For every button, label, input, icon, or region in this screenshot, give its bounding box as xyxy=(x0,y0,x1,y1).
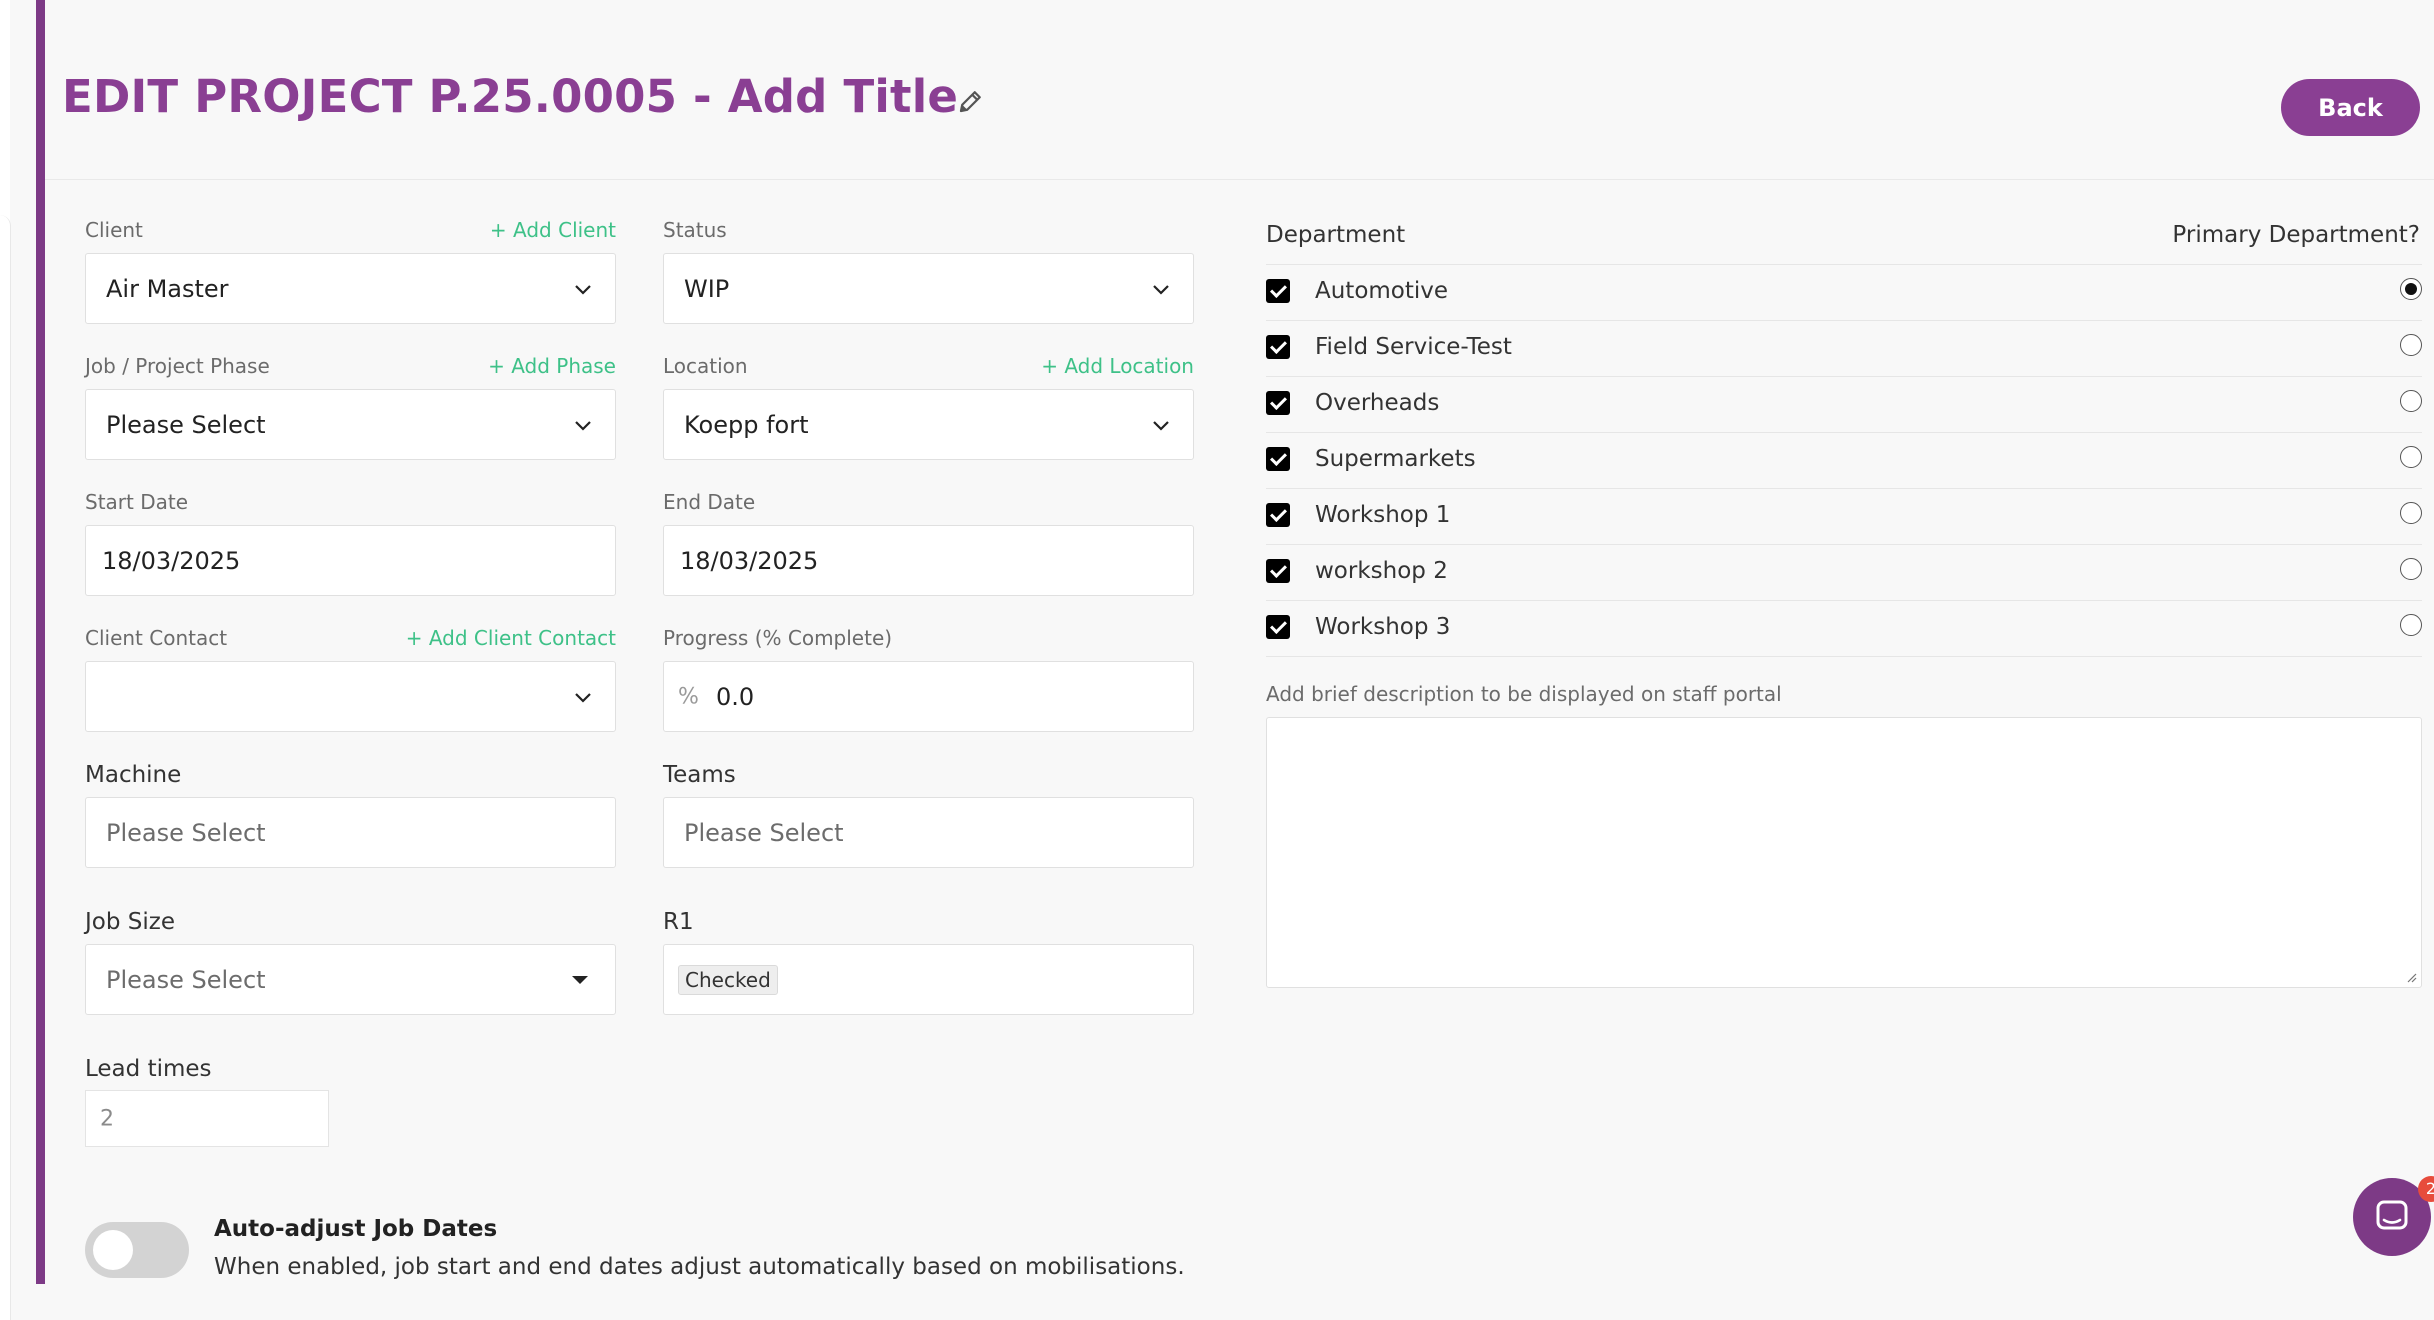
primary-department-header: Primary Department? xyxy=(2172,222,2420,248)
client-label: Client xyxy=(85,218,143,242)
department-row: Overheads xyxy=(1266,376,2422,432)
client-contact-select[interactable] xyxy=(85,661,616,732)
add-location-link[interactable]: + Add Location xyxy=(994,354,1194,378)
primary-department-radio[interactable] xyxy=(2400,446,2422,468)
auto-adjust-toggle[interactable] xyxy=(85,1222,189,1278)
primary-department-radio[interactable] xyxy=(2400,502,2422,524)
add-client-link[interactable]: + Add Client xyxy=(460,218,616,242)
department-checkbox[interactable] xyxy=(1266,447,1290,471)
percent-icon: % xyxy=(678,684,699,709)
end-date-input[interactable]: 18/03/2025 xyxy=(663,525,1194,596)
r1-label: R1 xyxy=(663,909,694,935)
department-row: Workshop 1 xyxy=(1266,488,2422,544)
add-phase-link[interactable]: + Add Phase xyxy=(440,354,616,378)
job-size-select[interactable]: Please Select xyxy=(85,944,616,1015)
header-divider xyxy=(45,179,2434,180)
back-button[interactable]: Back xyxy=(2281,79,2420,136)
department-row: Automotive xyxy=(1266,264,2422,320)
end-date-label: End Date xyxy=(663,490,756,514)
location-value: Koepp fort xyxy=(684,410,809,439)
description-textarea[interactable] xyxy=(1266,717,2422,988)
add-client-contact-link[interactable]: + Add Client Contact xyxy=(380,626,616,650)
status-select[interactable]: WIP xyxy=(663,253,1194,324)
department-row: workshop 2 xyxy=(1266,544,2422,600)
phase-label: Job / Project Phase xyxy=(85,354,270,378)
machine-label: Machine xyxy=(85,762,182,788)
primary-department-radio[interactable] xyxy=(2400,558,2422,580)
status-value: WIP xyxy=(684,274,730,303)
accent-bar xyxy=(36,0,45,1284)
chevron-down-icon xyxy=(575,420,591,431)
primary-department-radio[interactable] xyxy=(2400,390,2422,412)
primary-department-radio[interactable] xyxy=(2400,278,2422,300)
description-label: Add brief description to be displayed on… xyxy=(1266,682,1782,706)
department-checkbox[interactable] xyxy=(1266,503,1290,527)
department-name: Supermarkets xyxy=(1315,446,1476,472)
department-row: Supermarkets xyxy=(1266,432,2422,488)
status-label: Status xyxy=(663,218,727,242)
progress-value: 0.0 xyxy=(716,682,755,711)
department-name: Workshop 1 xyxy=(1315,502,1451,528)
page-title: EDIT PROJECT P.25.0005 - Add Title xyxy=(62,70,959,123)
progress-input[interactable]: % 0.0 xyxy=(663,661,1194,732)
department-name: Workshop 3 xyxy=(1315,614,1451,640)
pencil-icon[interactable] xyxy=(956,86,986,116)
end-date-value: 18/03/2025 xyxy=(680,546,819,575)
lead-times-value: 2 xyxy=(100,1106,114,1131)
job-size-placeholder: Please Select xyxy=(106,965,266,994)
department-checkbox[interactable] xyxy=(1266,391,1290,415)
progress-label: Progress (% Complete) xyxy=(663,626,893,650)
primary-department-radio[interactable] xyxy=(2400,614,2422,636)
primary-department-radio[interactable] xyxy=(2400,334,2422,356)
left-panel-edge xyxy=(0,0,11,1320)
department-row: Field Service-Test xyxy=(1266,320,2422,376)
start-date-label: Start Date xyxy=(85,490,189,514)
machine-placeholder: Please Select xyxy=(106,818,266,847)
chevron-down-icon xyxy=(575,284,591,295)
start-date-input[interactable]: 18/03/2025 xyxy=(85,525,616,596)
department-row: Workshop 3 xyxy=(1266,600,2422,657)
auto-adjust-title: Auto-adjust Job Dates xyxy=(214,1216,498,1242)
phase-select[interactable]: Please Select xyxy=(85,389,616,460)
teams-placeholder: Please Select xyxy=(684,818,844,847)
auto-adjust-description: When enabled, job start and end dates ad… xyxy=(214,1254,1185,1280)
department-name: workshop 2 xyxy=(1315,558,1448,584)
lead-times-input[interactable]: 2 xyxy=(85,1090,329,1147)
resize-handle-icon[interactable] xyxy=(2405,971,2417,983)
lead-times-label: Lead times xyxy=(85,1056,212,1082)
department-checkbox[interactable] xyxy=(1266,559,1290,583)
caret-down-icon xyxy=(572,975,588,984)
chevron-down-icon xyxy=(1153,284,1169,295)
teams-label: Teams xyxy=(663,762,736,788)
department-checkbox[interactable] xyxy=(1266,279,1290,303)
department-name: Overheads xyxy=(1315,390,1440,416)
chevron-down-icon xyxy=(1153,420,1169,431)
chevron-down-icon xyxy=(575,692,591,703)
department-checkbox[interactable] xyxy=(1266,615,1290,639)
location-select[interactable]: Koepp fort xyxy=(663,389,1194,460)
machine-select[interactable]: Please Select xyxy=(85,797,616,868)
toggle-knob xyxy=(93,1230,133,1270)
department-list: Automotive Field Service-Test Overheads … xyxy=(1266,264,2422,657)
client-contact-label: Client Contact xyxy=(85,626,228,650)
phase-value: Please Select xyxy=(106,410,266,439)
department-name: Automotive xyxy=(1315,278,1449,304)
department-header: Department xyxy=(1266,222,1406,248)
job-size-label: Job Size xyxy=(85,909,175,935)
chat-icon xyxy=(2376,1200,2408,1230)
department-name: Field Service-Test xyxy=(1315,334,1512,360)
client-select[interactable]: Air Master xyxy=(85,253,616,324)
department-checkbox[interactable] xyxy=(1266,335,1290,359)
client-value: Air Master xyxy=(106,274,229,303)
location-label: Location xyxy=(663,354,748,378)
teams-select[interactable]: Please Select xyxy=(663,797,1194,868)
start-date-value: 18/03/2025 xyxy=(102,546,241,575)
r1-select[interactable]: Checked xyxy=(663,944,1194,1015)
r1-tag[interactable]: Checked xyxy=(678,964,778,995)
